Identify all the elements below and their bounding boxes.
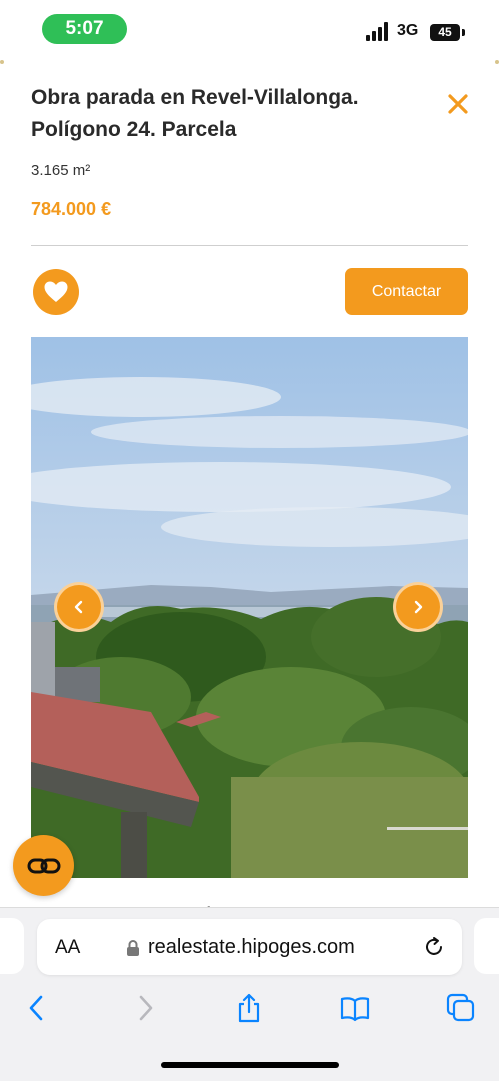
- corner-dot: [0, 60, 4, 64]
- close-button[interactable]: [444, 90, 472, 118]
- previous-tab-preview[interactable]: [0, 918, 24, 974]
- listing-title: Obra parada en Revel-Villalonga. Polígon…: [31, 86, 359, 141]
- link-button[interactable]: [13, 835, 74, 896]
- tabs-icon[interactable]: [446, 993, 476, 1023]
- chevron-left-icon: [74, 600, 83, 614]
- network-type: 3G: [397, 22, 419, 39]
- contact-button[interactable]: Contactar: [345, 268, 468, 315]
- link-icon: [27, 858, 60, 873]
- battery-icon: 45: [430, 24, 460, 41]
- lock-icon: [127, 940, 139, 956]
- favorite-button[interactable]: [33, 269, 79, 315]
- listing-price: 784.000 €: [31, 199, 112, 219]
- battery-level: 45: [438, 25, 452, 39]
- previous-photo-button[interactable]: [54, 582, 104, 632]
- bookmarks-icon[interactable]: [340, 993, 370, 1023]
- status-bar: 5:07 3G 45: [0, 0, 499, 62]
- reload-icon[interactable]: [422, 935, 446, 959]
- chevron-right-icon: [414, 600, 423, 614]
- share-icon[interactable]: [234, 993, 264, 1023]
- signal-icon: [366, 22, 390, 41]
- url-text[interactable]: realestate.hipoges.com: [148, 936, 355, 959]
- back-icon[interactable]: [22, 993, 52, 1023]
- next-photo-button[interactable]: [393, 582, 443, 632]
- divider: [31, 245, 468, 246]
- next-tab-preview[interactable]: [474, 918, 499, 974]
- listing-area: 3.165 m²: [31, 162, 91, 179]
- heart-icon: [44, 281, 68, 302]
- battery-tip: [462, 29, 465, 36]
- status-time: 5:07: [42, 14, 127, 44]
- forward-icon[interactable]: [130, 993, 160, 1023]
- close-icon: [448, 94, 468, 114]
- reader-options-button[interactable]: AA: [55, 937, 80, 959]
- corner-dot: [495, 60, 499, 64]
- home-indicator[interactable]: [161, 1062, 339, 1068]
